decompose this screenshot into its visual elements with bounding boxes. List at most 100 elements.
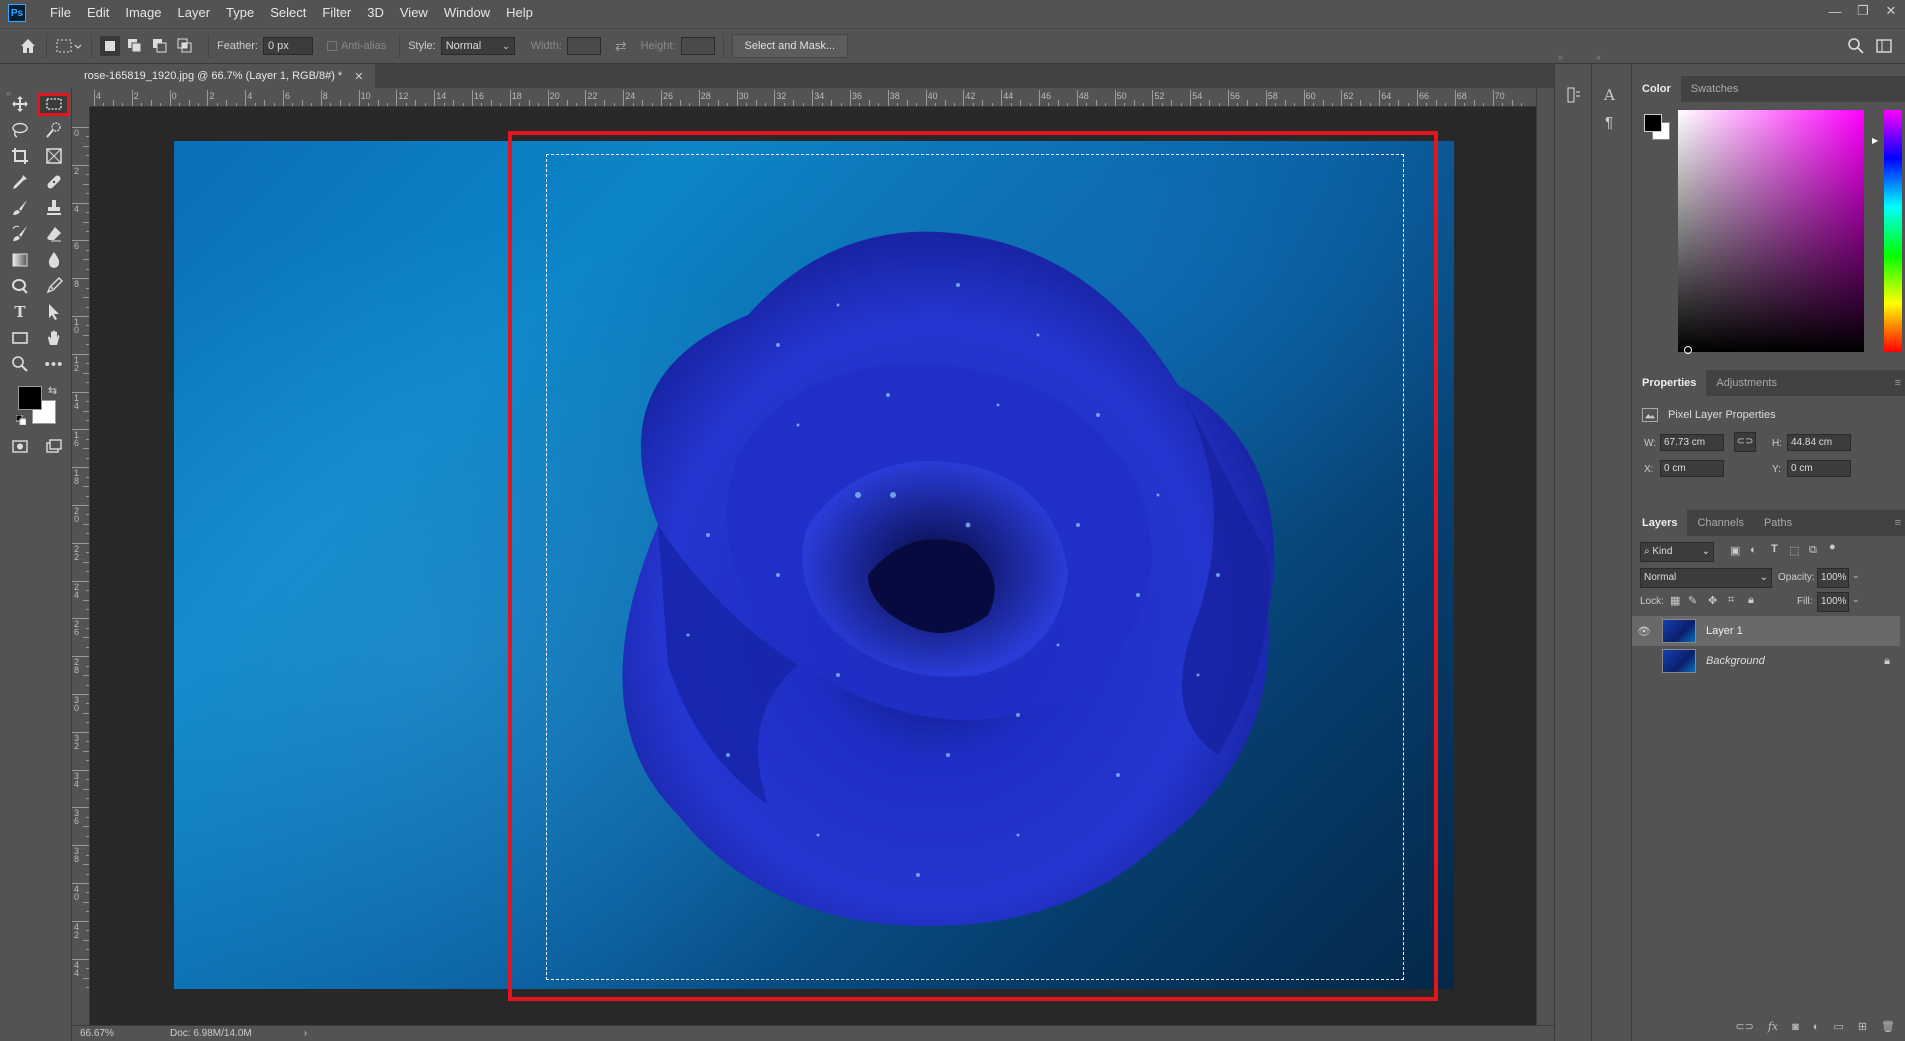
layer-style-icon[interactable]: fx [1768, 1020, 1778, 1033]
lock-artboard-icon[interactable]: ⌗ [1728, 594, 1734, 607]
history-brush-tool-icon[interactable] [7, 222, 33, 246]
lock-position-icon[interactable]: ✥ [1708, 594, 1717, 607]
filter-pixel-icon[interactable]: ▣ [1730, 544, 1740, 557]
subtract-selection-button[interactable] [150, 36, 170, 56]
new-layer-icon[interactable]: ⊞ [1858, 1020, 1867, 1033]
canvas-area[interactable] [90, 107, 1536, 1025]
style-select[interactable]: Normal ⌄ [440, 37, 515, 55]
add-mask-icon[interactable]: ◙ [1792, 1021, 1799, 1033]
menu-image[interactable]: Image [117, 0, 169, 26]
lock-image-icon[interactable]: ✎ [1688, 594, 1697, 607]
zoom-level[interactable]: 66.67% [80, 1028, 150, 1039]
pen-tool-icon[interactable] [41, 274, 67, 298]
lasso-tool-icon[interactable] [7, 118, 33, 142]
chevron-down-icon[interactable]: ⌄ [1852, 570, 1860, 581]
link-dimensions-icon[interactable]: ⊂⊃ [1734, 432, 1756, 452]
hue-slider-handle-icon[interactable]: ▶ [1872, 136, 1878, 145]
path-selection-tool-icon[interactable] [41, 300, 67, 324]
layer-row[interactable]: Background 🔒︎ [1632, 646, 1900, 676]
lock-all-icon[interactable]: 🔒︎ [1748, 594, 1754, 607]
character-panel-icon[interactable]: A [1604, 86, 1615, 104]
fill-input[interactable]: 100% [1817, 592, 1849, 612]
rectangular-marquee-tool-icon[interactable] [41, 92, 67, 116]
tab-properties[interactable]: Properties [1632, 370, 1707, 396]
workspace-icon[interactable] [1875, 37, 1893, 58]
layers-panel-menu-icon[interactable]: ≡ [1895, 517, 1901, 529]
clone-stamp-tool-icon[interactable] [41, 196, 67, 220]
layer-row[interactable]: 👁︎ Layer 1 [1632, 616, 1900, 646]
hue-slider[interactable] [1884, 110, 1902, 352]
document-tab[interactable]: rose-165819_1920.jpg @ 66.7% (Layer 1, R… [72, 64, 376, 88]
foreground-color-swatch[interactable] [18, 386, 42, 410]
brush-tool-icon[interactable] [7, 196, 33, 220]
filter-smart-object-icon[interactable]: ⧉ [1809, 544, 1817, 557]
minimize-button[interactable]: — [1821, 0, 1849, 22]
screen-mode-icon[interactable] [41, 434, 67, 458]
new-adjustment-icon[interactable]: ◐ [1813, 1021, 1820, 1033]
layer-name[interactable]: Background [1706, 655, 1765, 667]
tab-swatches[interactable]: Swatches [1681, 76, 1749, 102]
menu-help[interactable]: Help [498, 0, 541, 26]
marquee-tool-preset-icon[interactable] [55, 36, 83, 56]
eraser-tool-icon[interactable] [41, 222, 67, 246]
close-button[interactable]: ✕ [1877, 0, 1905, 22]
quick-mask-icon[interactable] [7, 434, 33, 458]
menu-3d[interactable]: 3D [359, 0, 392, 26]
lock-transparent-icon[interactable]: ▦ [1670, 594, 1680, 607]
height-prop-input[interactable]: 44.84 cm [1787, 434, 1851, 451]
link-layers-icon[interactable]: ⊂⊃ [1735, 1020, 1753, 1033]
menu-filter[interactable]: Filter [314, 0, 359, 26]
more-tools-icon[interactable]: ••• [41, 352, 67, 376]
eyedropper-tool-icon[interactable] [7, 170, 33, 194]
filter-toggle-icon[interactable]: ● [1829, 541, 1836, 553]
collapse-panels-icon-2[interactable]: « [1596, 52, 1601, 62]
new-group-icon[interactable]: ▭ [1833, 1020, 1843, 1033]
healing-brush-tool-icon[interactable] [41, 170, 67, 194]
blur-tool-icon[interactable] [41, 248, 67, 272]
gradient-tool-icon[interactable] [7, 248, 33, 272]
tab-channels[interactable]: Channels [1687, 510, 1753, 536]
menu-window[interactable]: Window [436, 0, 498, 26]
select-and-mask-button[interactable]: Select and Mask... [731, 34, 849, 58]
width-input[interactable] [566, 37, 601, 55]
feather-input[interactable]: 0 px [262, 37, 313, 55]
default-colors-icon[interactable] [15, 414, 27, 426]
move-tool-icon[interactable] [7, 92, 33, 116]
frame-tool-icon[interactable] [41, 144, 67, 168]
menu-file[interactable]: File [42, 0, 79, 26]
layer-filter-select[interactable]: ⌕ Kind ⌄ [1640, 542, 1714, 562]
antialias-checkbox[interactable] [326, 41, 337, 51]
filter-type-icon[interactable]: T [1771, 543, 1778, 555]
dodge-tool-icon[interactable] [7, 274, 33, 298]
add-selection-button[interactable] [125, 36, 145, 56]
tab-paths[interactable]: Paths [1754, 510, 1802, 536]
history-panel-icon[interactable] [1565, 86, 1583, 108]
layer-name[interactable]: Layer 1 [1706, 625, 1743, 637]
search-icon[interactable] [1847, 37, 1865, 58]
blend-mode-select[interactable]: Normal ⌄ [1640, 568, 1772, 588]
rectangle-tool-icon[interactable] [7, 326, 33, 350]
quick-selection-tool-icon[interactable] [41, 118, 67, 142]
color-picker-handle[interactable] [1684, 346, 1692, 354]
tab-adjustments[interactable]: Adjustments [1706, 370, 1787, 396]
menu-view[interactable]: View [392, 0, 436, 26]
panel-menu-icon[interactable]: ≡ [1895, 377, 1901, 389]
zoom-tool-icon[interactable] [7, 352, 33, 376]
hand-tool-icon[interactable] [41, 326, 67, 350]
filter-shape-icon[interactable]: ⬚ [1789, 544, 1799, 557]
swap-colors-icon[interactable]: ⇆ [48, 384, 57, 397]
delete-layer-icon[interactable]: 🗑︎ [1881, 1020, 1895, 1033]
intersect-selection-button[interactable] [175, 36, 195, 56]
height-input[interactable] [680, 37, 715, 55]
swap-dimensions-icon[interactable]: ⇄ [615, 38, 627, 55]
color-panel-foreground-swatch[interactable] [1644, 114, 1662, 132]
filter-adjustment-icon[interactable]: ◐ [1750, 544, 1757, 556]
paragraph-panel-icon[interactable]: ¶ [1605, 114, 1613, 131]
type-tool-icon[interactable]: T [7, 300, 33, 324]
tab-color[interactable]: Color [1632, 76, 1681, 102]
y-prop-input[interactable]: 0 cm [1787, 460, 1851, 477]
tab-layers[interactable]: Layers [1632, 510, 1688, 536]
eye-icon[interactable]: 👁︎ [1632, 625, 1656, 638]
menu-edit[interactable]: Edit [79, 0, 117, 26]
crop-tool-icon[interactable] [7, 144, 33, 168]
